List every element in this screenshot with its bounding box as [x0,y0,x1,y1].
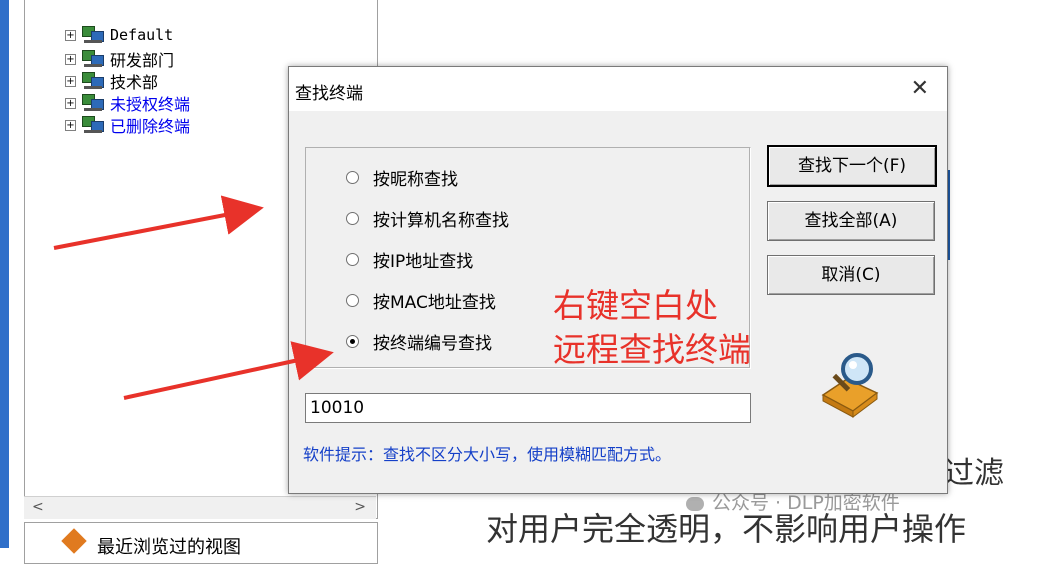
tree-item-label: 技术部 [110,73,159,92]
left-accent-bar [0,0,9,548]
watermark-text: 公众号 · DLP加密软件 [712,492,900,514]
tree-item-rd-dept[interactable]: + 研发部门 [65,48,174,70]
radio-option-terminal-number[interactable]: 按终端编号查找 [346,329,492,354]
computer-group-icon [82,26,104,44]
find-terminal-dialog: 查找终端 ✕ 按昵称查找 按计算机名称查找 按IP地址查找 按MAC地址查找 按… [288,66,948,494]
plus-box-icon[interactable]: + [65,53,76,65]
annotation-line-2: 远程查找终端 [553,330,751,369]
cancel-button[interactable]: 取消(C) [767,255,935,295]
radio-option-mac[interactable]: 按MAC地址查找 [346,288,496,313]
tree-cut-top-item [37,2,347,14]
recent-views-panel[interactable]: 最近浏览过的视图 [24,522,378,564]
tree-item-label: 未授权终端 [110,95,191,114]
plus-box-icon[interactable]: + [65,75,76,87]
tree-item-default[interactable]: + Default [65,24,173,46]
computer-group-icon [82,116,104,134]
tree-item-unauthorized[interactable]: + 未授权终端 [65,92,190,114]
tree-item-label: Default [110,26,174,44]
plus-box-icon[interactable]: + [65,97,76,109]
radio-button[interactable] [346,170,359,184]
dialog-title: 查找终端 [295,84,363,104]
radio-button[interactable] [346,211,359,225]
find-next-button[interactable]: 查找下一个(F) [767,145,937,187]
background-partial-text: 过滤 [944,456,1004,491]
radio-button[interactable] [346,252,359,266]
tree-item-deleted[interactable]: + 已删除终端 [65,114,190,136]
radio-option-computer-name[interactable]: 按计算机名称查找 [346,206,509,231]
scroll-right-icon[interactable]: > [354,499,366,515]
find-all-button[interactable]: 查找全部(A) [767,201,935,241]
radio-label: 按昵称查找 [373,169,458,190]
radio-button-checked[interactable] [346,334,359,348]
tree-item-label: 已删除终端 [110,117,191,136]
plus-box-icon[interactable]: + [65,119,76,131]
plus-box-icon[interactable]: + [65,29,76,41]
tree-item-label: 研发部门 [110,51,175,70]
radio-label: 按计算机名称查找 [373,210,509,231]
computer-group-icon [82,72,104,90]
search-input[interactable] [305,393,751,423]
dialog-titlebar[interactable]: 查找终端 ✕ [289,67,947,111]
magnifier-icon [821,353,879,418]
software-hint: 软件提示：查找不区分大小写，使用模糊匹配方式。 [303,445,672,464]
computer-group-icon [82,50,104,68]
radio-label: 按MAC地址查找 [373,292,496,313]
computer-group-icon [82,94,104,112]
radio-label: 按终端编号查找 [373,333,492,354]
radio-option-ip[interactable]: 按IP地址查找 [346,247,474,272]
annotation-line-1: 右键空白处 [553,286,718,325]
radio-option-nickname[interactable]: 按昵称查找 [346,165,458,190]
tree-item-tech-dept[interactable]: + 技术部 [65,70,158,92]
radio-button[interactable] [346,293,359,307]
recent-views-label: 最近浏览过的视图 [97,537,241,558]
close-icon[interactable]: ✕ [911,75,929,103]
radio-label: 按IP地址查找 [373,251,474,272]
scroll-left-icon[interactable]: < [32,499,44,515]
wechat-icon [686,496,704,511]
recent-views-icon [61,528,87,554]
tree-horizontal-scrollbar[interactable]: < > [24,496,376,519]
